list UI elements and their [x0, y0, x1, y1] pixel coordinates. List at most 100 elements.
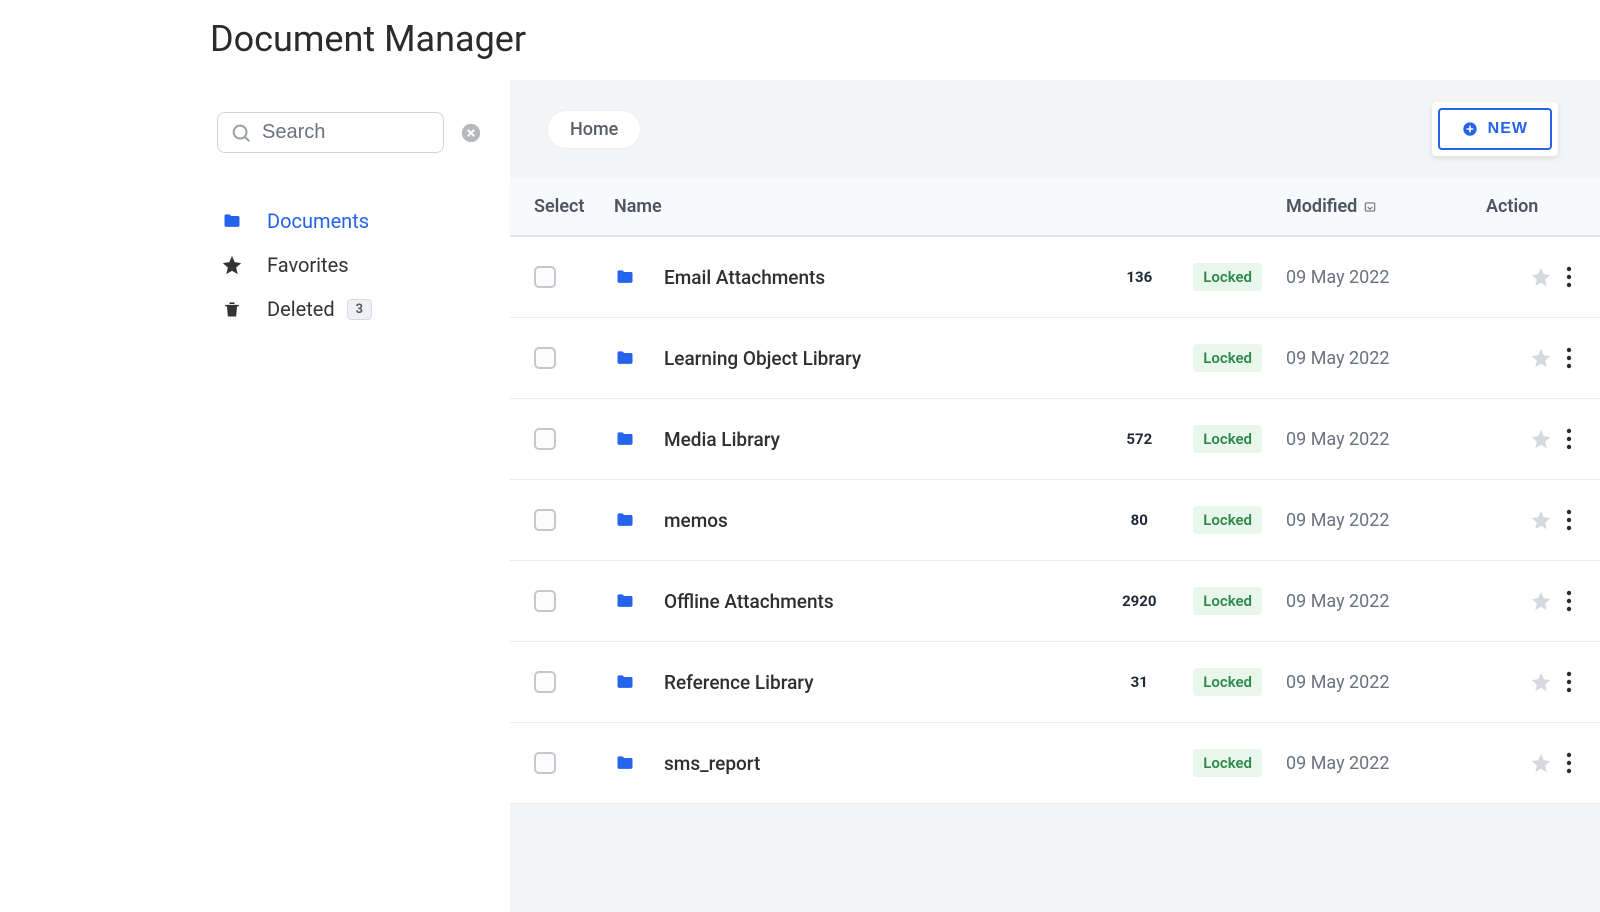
clear-search-icon[interactable]: [460, 122, 482, 144]
cell-name[interactable]: Reference Library 31 Locked: [614, 668, 1286, 696]
cell-select: [534, 509, 614, 531]
favorite-star-icon[interactable]: [1530, 590, 1552, 612]
new-button-label: NEW: [1488, 120, 1528, 138]
search-icon: [230, 122, 252, 144]
cell-name[interactable]: Media Library572Locked: [614, 425, 1286, 453]
status-badge: Locked: [1193, 425, 1262, 453]
row-menu-icon[interactable]: [1566, 671, 1572, 693]
cell-select: [534, 266, 614, 288]
sidebar: Documents Favorites Deleted 3: [193, 80, 510, 912]
row-menu-icon[interactable]: [1566, 752, 1572, 774]
folder-icon: [614, 671, 636, 693]
cell-name[interactable]: memos80Locked: [614, 506, 1286, 534]
cell-action: [1466, 347, 1576, 369]
sidebar-item-label: Documents: [267, 209, 369, 233]
item-count: 31: [1115, 673, 1163, 691]
row-checkbox[interactable]: [534, 590, 556, 612]
status-badge: Locked: [1193, 749, 1262, 777]
cell-name[interactable]: sms_report0Locked: [614, 749, 1286, 777]
header-modified[interactable]: Modified: [1286, 196, 1466, 217]
item-count: 80: [1115, 511, 1163, 529]
row-checkbox[interactable]: [534, 428, 556, 450]
folder-name: Learning Object Library: [664, 347, 861, 370]
sidebar-item-badge: 3: [347, 299, 372, 320]
cell-modified: 09 May 2022: [1286, 348, 1466, 369]
cell-modified: 09 May 2022: [1286, 672, 1466, 693]
cell-modified: 09 May 2022: [1286, 429, 1466, 450]
cell-action: [1466, 671, 1576, 693]
cell-select: [534, 590, 614, 612]
favorite-star-icon[interactable]: [1530, 266, 1552, 288]
folder-icon: [614, 428, 636, 450]
table-row: Media Library572Locked09 May 2022: [510, 399, 1600, 480]
folder-name: sms_report: [664, 752, 760, 775]
row-menu-icon[interactable]: [1566, 428, 1572, 450]
cell-action: [1466, 428, 1576, 450]
row-checkbox[interactable]: [534, 509, 556, 531]
row-checkbox[interactable]: [534, 752, 556, 774]
favorite-star-icon[interactable]: [1530, 752, 1552, 774]
cell-modified: 09 May 2022: [1286, 267, 1466, 288]
search-input[interactable]: [262, 121, 431, 144]
favorite-star-icon[interactable]: [1530, 509, 1552, 531]
favorite-star-icon[interactable]: [1530, 671, 1552, 693]
cell-name[interactable]: Offline Attachments2920Locked: [614, 587, 1286, 615]
sidebar-item-favorites[interactable]: Favorites: [217, 243, 482, 287]
chevron-down-icon: [1363, 200, 1377, 214]
folder-icon: [614, 347, 636, 369]
cell-name[interactable]: Learning Object Library0Locked: [614, 344, 1286, 372]
header-modified-label: Modified: [1286, 196, 1357, 217]
cell-name[interactable]: Email Attachments136Locked: [614, 263, 1286, 291]
sidebar-nav: Documents Favorites Deleted 3: [217, 199, 482, 331]
table-row: memos80Locked09 May 2022: [510, 480, 1600, 561]
new-button[interactable]: NEW: [1438, 108, 1552, 150]
search-row: [217, 112, 482, 153]
cell-action: [1466, 266, 1576, 288]
row-checkbox[interactable]: [534, 671, 556, 693]
row-checkbox[interactable]: [534, 266, 556, 288]
cell-select: [534, 428, 614, 450]
header-select: Select: [534, 196, 614, 217]
header-name[interactable]: Name: [614, 196, 1286, 217]
trash-icon: [221, 298, 243, 320]
sidebar-item-deleted[interactable]: Deleted 3: [217, 287, 482, 331]
sidebar-item-label: Favorites: [267, 253, 349, 277]
status-badge: Locked: [1193, 587, 1262, 615]
table-row: sms_report0Locked09 May 2022: [510, 723, 1600, 804]
page-title: Document Manager: [0, 0, 1600, 80]
table-row: Offline Attachments2920Locked09 May 2022: [510, 561, 1600, 642]
cell-modified: 09 May 2022: [1286, 753, 1466, 774]
folder-icon: [614, 752, 636, 774]
sidebar-item-documents[interactable]: Documents: [217, 199, 482, 243]
main-panel: Home NEW Select Name Modified: [510, 80, 1600, 912]
status-badge: Locked: [1193, 668, 1262, 696]
cell-select: [534, 347, 614, 369]
folder-name: Media Library: [664, 428, 780, 451]
status-badge: Locked: [1193, 263, 1262, 291]
header-action: Action: [1466, 196, 1576, 217]
table-body: Email Attachments136Locked09 May 2022Lea…: [510, 237, 1600, 804]
folder-name: Reference Library: [664, 671, 814, 694]
item-count: 136: [1115, 268, 1163, 286]
row-menu-icon[interactable]: [1566, 266, 1572, 288]
row-checkbox[interactable]: [534, 347, 556, 369]
favorite-star-icon[interactable]: [1530, 428, 1552, 450]
cell-modified: 09 May 2022: [1286, 510, 1466, 531]
folder-name: memos: [664, 509, 728, 532]
cell-modified: 09 May 2022: [1286, 591, 1466, 612]
breadcrumb[interactable]: Home: [548, 111, 640, 148]
cell-action: [1466, 509, 1576, 531]
row-menu-icon[interactable]: [1566, 509, 1572, 531]
folder-icon: [614, 509, 636, 531]
app-shell: Documents Favorites Deleted 3 Home NEW Sele…: [193, 80, 1600, 912]
favorite-star-icon[interactable]: [1530, 347, 1552, 369]
row-menu-icon[interactable]: [1566, 590, 1572, 612]
row-menu-icon[interactable]: [1566, 347, 1572, 369]
sidebar-item-label: Deleted: [267, 297, 335, 321]
search-box[interactable]: [217, 112, 444, 153]
folder-icon: [614, 590, 636, 612]
status-badge: Locked: [1193, 344, 1262, 372]
star-icon: [221, 254, 243, 276]
table-header-row: Select Name Modified Action: [510, 178, 1600, 237]
cell-select: [534, 671, 614, 693]
